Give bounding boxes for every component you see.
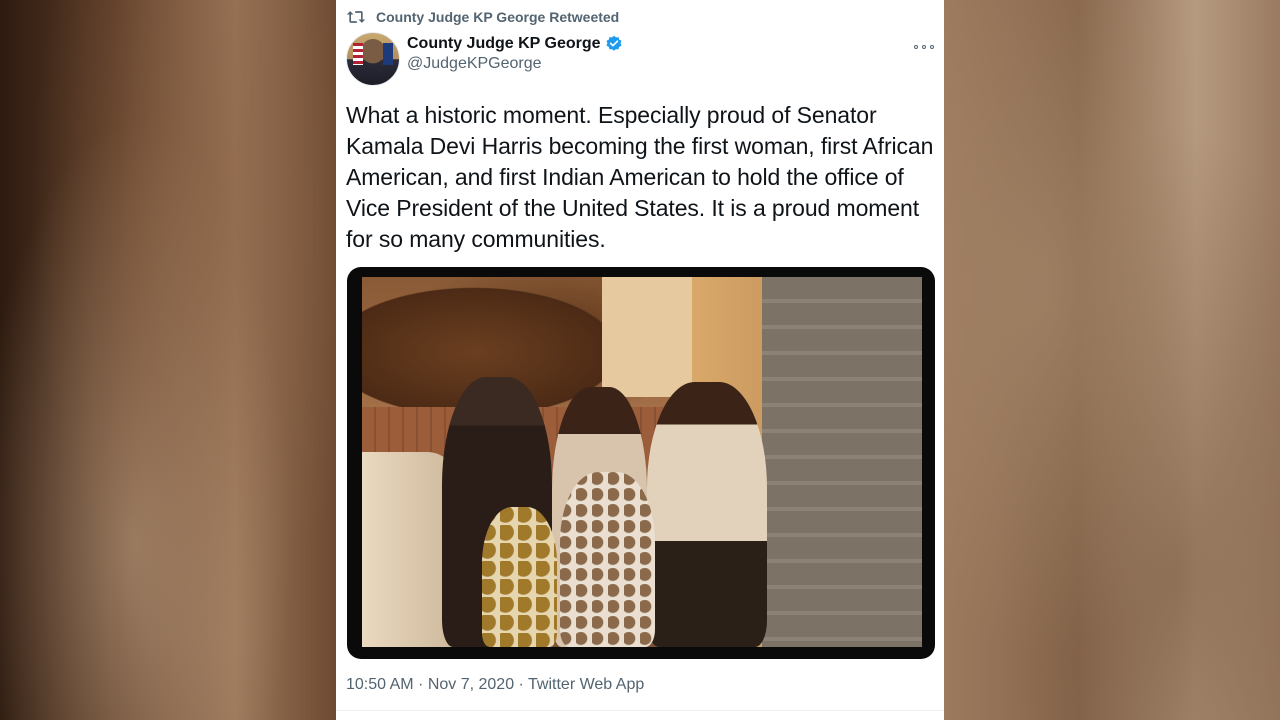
screen: County Judge KP George Retweeted County … (0, 0, 1280, 720)
more-dot (922, 45, 926, 49)
verified-badge-icon (606, 35, 622, 51)
avatar-flag-us (353, 43, 363, 65)
author-display-name[interactable]: County Judge KP George (407, 35, 623, 53)
tweet-timestamp[interactable]: 10:50 AM · Nov 7, 2020 · Twitter Web App (346, 676, 644, 694)
family-photo[interactable] (362, 277, 922, 647)
photo-person-woman-sari (647, 382, 767, 647)
retweet-context[interactable]: County Judge KP George Retweeted (346, 8, 619, 26)
photo-stairs (762, 277, 922, 647)
author-handle[interactable]: @JudgeKPGeorge (407, 55, 623, 73)
divider (336, 710, 944, 711)
author-name-text[interactable]: County Judge KP George (407, 35, 601, 53)
profile-avatar[interactable] (346, 32, 400, 86)
retweet-icon (346, 11, 366, 23)
more-dot (914, 45, 918, 49)
author-block[interactable]: County Judge KP George @JudgeKPGeorge (407, 35, 623, 73)
tweet-header: County Judge KP George @JudgeKPGeorge (346, 32, 934, 86)
more-options-icon[interactable] (914, 42, 934, 52)
background-blur-left (0, 0, 336, 720)
tweet-media[interactable] (347, 267, 935, 659)
photo-person-child (560, 472, 655, 647)
background-blur-right (944, 0, 1280, 720)
more-dot (930, 45, 934, 49)
tweet-card[interactable]: County Judge KP George Retweeted County … (336, 0, 944, 720)
avatar-flag-texas (383, 43, 393, 65)
photo-person-child (482, 507, 557, 647)
tweet-text: What a historic moment. Especially proud… (346, 102, 934, 252)
retweet-label[interactable]: County Judge KP George Retweeted (376, 9, 619, 25)
